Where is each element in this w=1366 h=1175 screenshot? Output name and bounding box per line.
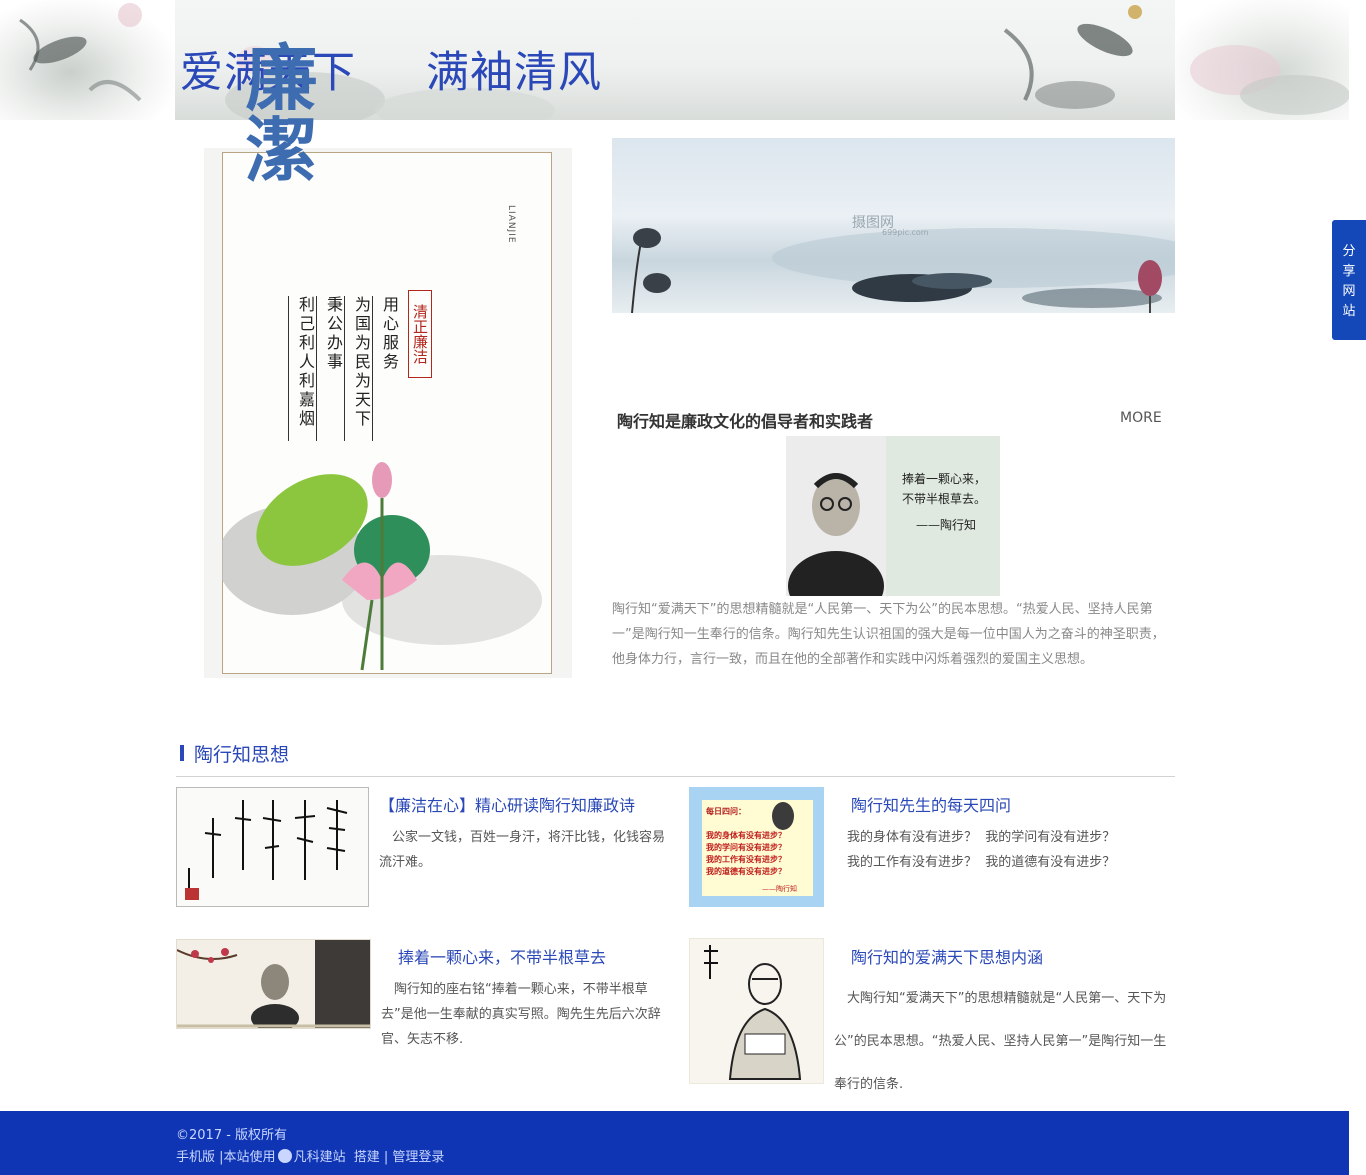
site-title-right: 满袖清风	[426, 48, 602, 98]
landscape-banner: 摄图网 699pic.com	[612, 138, 1175, 313]
portrait-quote-line1: 捧着一颗心来，	[902, 472, 987, 486]
poster-subtitle: 清正廉洁	[408, 290, 432, 378]
calligraphy-illustration	[185, 800, 348, 900]
portrait-icon	[772, 802, 794, 830]
article-title-link[interactable]: 陶行知先生的每天四问	[851, 792, 1011, 816]
banner-watermark-url: 699pic.com	[882, 228, 929, 237]
share-char: 网	[1342, 284, 1356, 299]
article-summary-line: 我的工作有没有进步？ 我的道德有没有进步？	[847, 855, 1116, 870]
share-char: 享	[1342, 264, 1356, 279]
share-char: 分	[1342, 244, 1356, 259]
calligraphy-image[interactable]	[176, 787, 369, 907]
section-marker	[180, 745, 184, 761]
poster-pinyin: LIANJIE	[506, 205, 516, 244]
footer-links: 手机版 |本站使用 凡科建站 搭建 | 管理登录	[176, 1146, 444, 1165]
poster-title: 廉潔	[233, 40, 318, 184]
motto-image[interactable]	[176, 939, 371, 1029]
love-world-image[interactable]	[689, 938, 824, 1084]
fanke-builder-link[interactable]: 凡科建站	[294, 1150, 346, 1165]
footer-separator: |	[383, 1150, 389, 1165]
question-line: 我的工作有没有进步？	[706, 855, 786, 864]
poster-line: 用心服务	[372, 296, 401, 441]
article-title-link[interactable]: 捧着一颗心来，不带半根草去	[398, 944, 606, 968]
ink-fish-right	[1003, 5, 1142, 109]
poster-line: 秉公办事	[316, 296, 345, 441]
more-link[interactable]: MORE	[1120, 410, 1162, 426]
mobile-version-link[interactable]: 手机版	[176, 1150, 215, 1165]
question-line: 我的道德有没有进步？	[706, 867, 786, 876]
portrait-illustration	[786, 436, 886, 596]
questions-lines: 我的身体有没有进步？ 我的学问有没有进步？ 我的工作有没有进步？ 我的道德有没有…	[706, 830, 786, 878]
question-line: 我的学问有没有进步？	[706, 843, 786, 852]
questions-author: ——陶行知	[762, 885, 797, 893]
poster-line: 为国为民为天下	[344, 296, 373, 441]
share-site-button[interactable]: 分 享 网 站	[1332, 220, 1366, 340]
tao-xingzhi-portrait: 捧着一颗心来， 不带半根草去。 ——陶行知	[786, 436, 1000, 596]
build-link[interactable]: 搭建	[354, 1150, 380, 1165]
section-title: 陶行知思想	[194, 744, 290, 766]
ink-painting-left	[0, 0, 175, 120]
sketch-portrait-illustration	[704, 945, 802, 1080]
site-header: 爱满天下 满袖清风	[0, 0, 1349, 120]
question-line: 我的身体有没有进步？	[706, 831, 786, 840]
fanke-logo-icon	[277, 1149, 292, 1163]
questions-card: 每日四问： 我的身体有没有进步？ 我的学问有没有进步？ 我的工作有没有进步？ 我…	[702, 800, 813, 896]
copyright-text: ©2017 - 版权所有	[176, 1128, 288, 1143]
feature-article-title[interactable]: 陶行知是廉政文化的倡导者和实践者	[617, 408, 873, 432]
section-divider	[176, 776, 1175, 777]
portrait-quote-line2: 不带半根草去。	[902, 492, 987, 506]
ink-lotus-right	[1190, 45, 1349, 115]
feature-article-text: 陶行知“爱满天下”的思想精髓就是“人民第一、天下为公”的民本思想。“热爱人民、坚…	[612, 602, 1165, 667]
portrait-quote-author: ——陶行知	[916, 518, 977, 532]
share-char: 站	[1342, 304, 1356, 319]
article-title-link[interactable]: 陶行知的爱满天下思想内涵	[851, 944, 1043, 968]
admin-login-link[interactable]: 管理登录	[392, 1150, 444, 1165]
article-summary: 大陶行知“爱满天下”的思想精髓就是“人民第一、天下为公”的民本思想。“热爱人民、…	[834, 991, 1167, 1092]
site-uses-text: 本站使用	[223, 1150, 276, 1165]
ink-fish-left	[19, 3, 142, 102]
article-summary: 陶行知的座右铭“捧着一颗心来，不带半根草去”是他一生奉献的真实写照。陶先生先后六…	[381, 982, 661, 1047]
site-footer	[0, 1111, 1349, 1175]
poster-lotus-illustration	[222, 450, 552, 675]
motto-illustration	[177, 940, 370, 1028]
poster-line: 利己利人利嘉烟	[288, 296, 317, 441]
daily-questions-image[interactable]: 每日四问： 我的身体有没有进步？ 我的学问有没有进步？ 我的工作有没有进步？ 我…	[689, 787, 824, 907]
questions-heading: 每日四问：	[706, 807, 746, 816]
article-summary-line: 我的身体有没有进步？ 我的学问有没有进步？	[847, 830, 1116, 845]
article-summary: 公家一文钱，百姓一身汗，将汗比钱，化钱容易流汗难。	[379, 830, 666, 870]
article-title-link[interactable]: 【廉洁在心】精心研读陶行知廉政诗	[379, 792, 635, 816]
lotus-icon	[222, 462, 542, 671]
ink-painting-right	[1175, 0, 1349, 120]
